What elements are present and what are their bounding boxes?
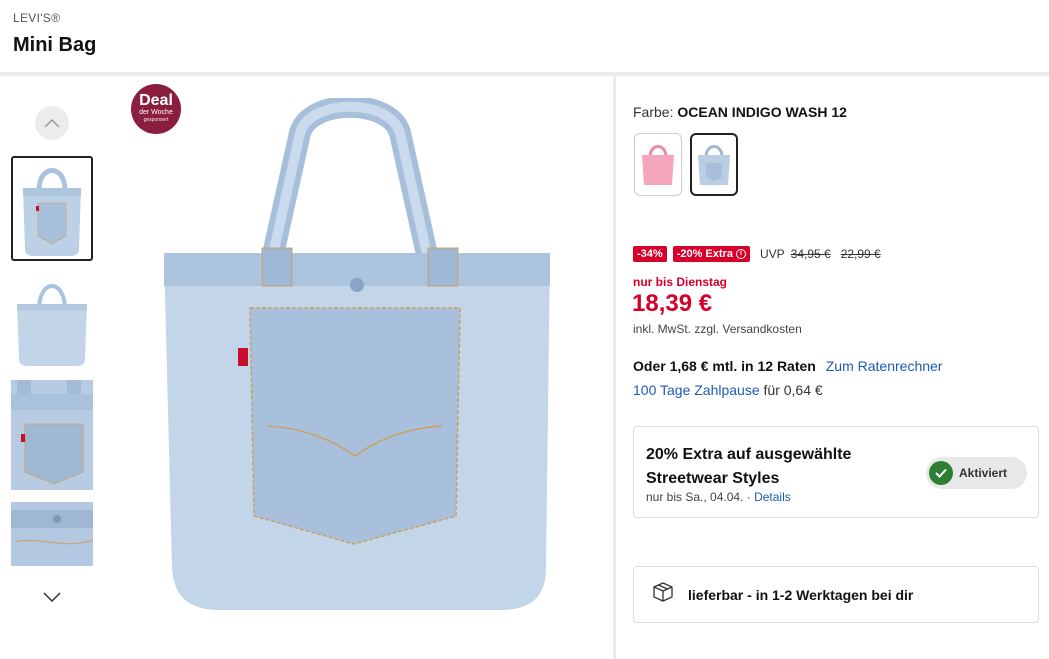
payment-pause-info: 100 Tage Zahlpause für 0,64 € (633, 382, 823, 398)
thumbnail-full-view[interactable] (11, 268, 93, 372)
package-icon (652, 582, 674, 607)
discount-badge: -34% (633, 246, 667, 262)
thumbnail-top-detail[interactable] (11, 502, 93, 566)
extra-discount-badge[interactable]: -20% Extra i (672, 246, 750, 262)
thumbnail-pocket-detail[interactable] (11, 380, 93, 490)
installment-info: Oder 1,68 € mtl. in 12 Raten Zum Ratenre… (633, 358, 942, 374)
thumbnail-scroll-up-button[interactable] (35, 106, 69, 140)
color-swatch-pink[interactable] (634, 133, 682, 196)
page-title: Mini Bag (13, 34, 97, 56)
delivery-text: lieferbar - in 1-2 Werktagen bei dir (688, 586, 914, 603)
chevron-up-icon (44, 118, 60, 128)
product-header: LEVI'S® Mini Bag (0, 0, 1049, 72)
extra-discount-label: -20% Extra (676, 248, 733, 260)
column-divider (613, 76, 616, 659)
tax-note-text: inkl. MwSt. zzgl. (633, 322, 720, 336)
promo-title: 20% Extra auf ausgewählte Streetwear Sty… (646, 446, 852, 487)
color-label: Farbe: (633, 104, 674, 120)
payment-pause-link[interactable]: 100 Tage Zahlpause (633, 382, 760, 398)
promo-status: Aktiviert (959, 466, 1008, 480)
promo-box: 20% Extra auf ausgewählte Streetwear Sty… (633, 426, 1039, 518)
thumbnail-scroll-down-button[interactable] (38, 585, 66, 609)
color-swatch-ocean-indigo[interactable] (690, 133, 738, 196)
promo-validity: nur bis Sa., 04.04. · Details (646, 490, 791, 504)
promo-activated-toggle[interactable]: Aktiviert (926, 457, 1027, 489)
chevron-down-icon (43, 592, 61, 602)
promo-details-link[interactable]: Details (754, 490, 791, 504)
color-selection-label: Farbe: OCEAN INDIGO WASH 12 (633, 104, 847, 120)
uvp-label: UVP (759, 247, 785, 261)
header-divider (0, 72, 1049, 76)
shipping-costs-link[interactable]: Versandkosten (722, 322, 801, 336)
offer-until-text: nur bis Dienstag (633, 275, 728, 289)
check-icon (929, 461, 953, 485)
uvp-price: 34,95 € (790, 247, 831, 261)
info-icon[interactable]: i (735, 249, 746, 259)
price-badges: -34% -20% Extra i UVP 34,95 € 22,99 € (633, 246, 881, 262)
payment-pause-fee: für 0,64 € (763, 382, 823, 398)
brand-name[interactable]: LEVI'S® (13, 11, 60, 25)
tax-note: inkl. MwSt. zzgl. Versandkosten (633, 322, 802, 336)
thumbnail-front-view[interactable] (11, 156, 93, 261)
current-price: 18,39 € (632, 290, 713, 317)
promo-validity-text: nur bis Sa., 04.04. · (646, 490, 751, 504)
old-price: 22,99 € (840, 247, 881, 261)
selected-color-name: OCEAN INDIGO WASH 12 (677, 104, 847, 120)
installment-text: Oder 1,68 € mtl. in 12 Raten (633, 358, 816, 374)
delivery-info-box: lieferbar - in 1-2 Werktagen bei dir (633, 566, 1039, 623)
main-product-image[interactable] (150, 95, 570, 618)
rate-calculator-link[interactable]: Zum Ratenrechner (826, 358, 943, 374)
